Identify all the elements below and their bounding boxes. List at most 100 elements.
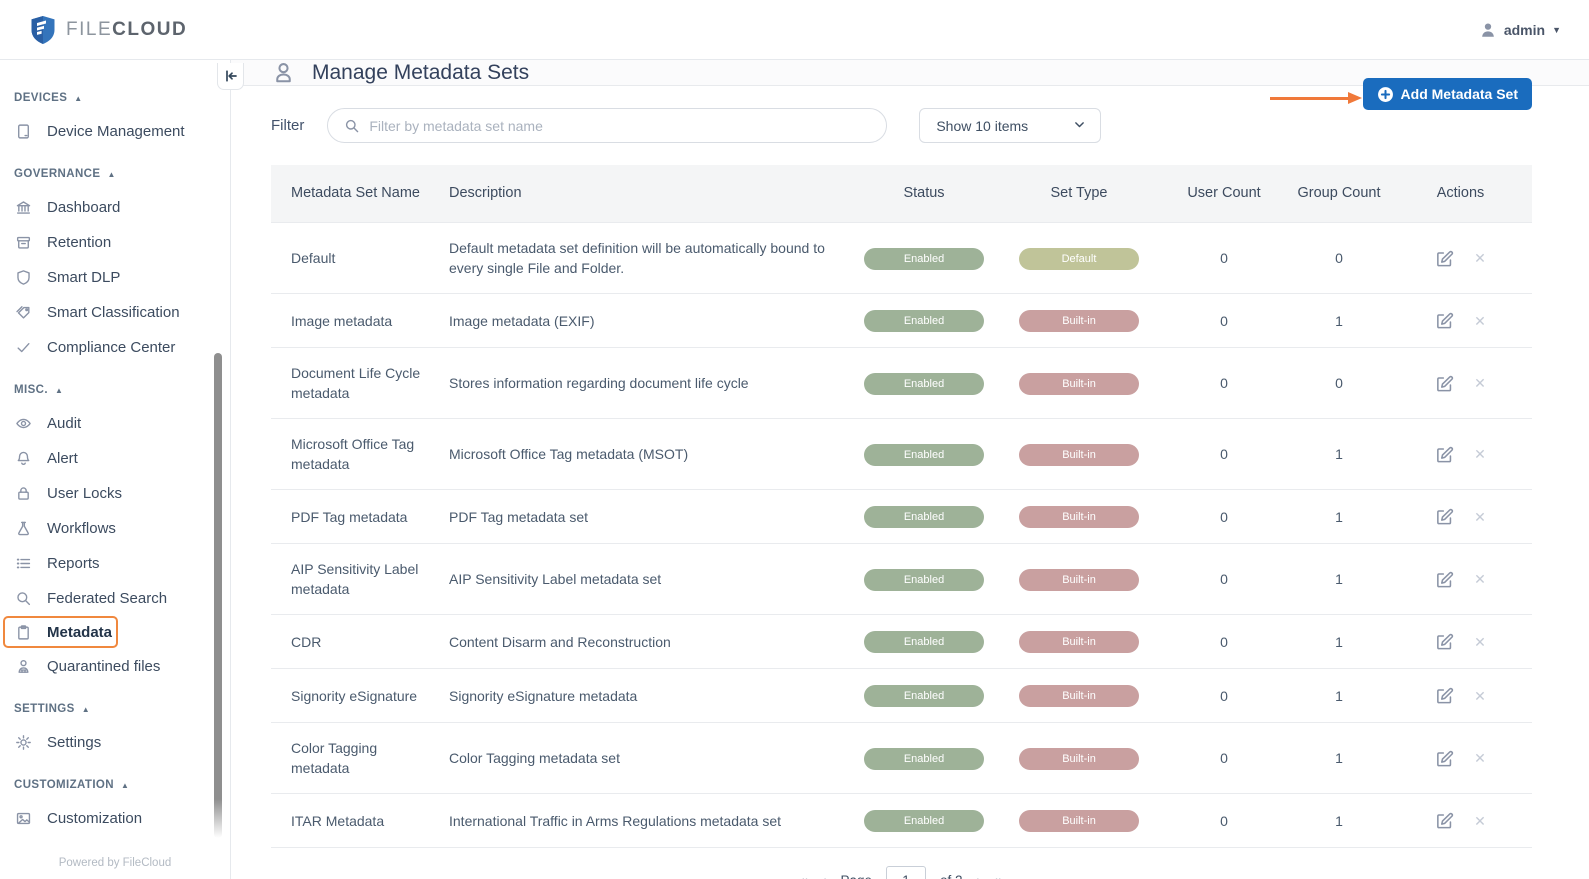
edit-icon[interactable] <box>1435 749 1454 768</box>
actions-cell: ✕ <box>1389 358 1532 408</box>
sidebar-item-workflows[interactable]: Workflows <box>0 511 230 545</box>
actions-cell: ✕ <box>1389 671 1532 721</box>
plus-circle-icon <box>1377 86 1394 103</box>
set-type-badge: Built-in <box>1019 310 1139 332</box>
set-type-badge: Built-in <box>1019 685 1139 707</box>
filecloud-shield-icon <box>30 15 56 45</box>
delete-icon[interactable]: ✕ <box>1474 811 1486 831</box>
sidebar-section-header-misc[interactable]: MISC.▲ <box>0 374 230 405</box>
search-icon <box>14 589 32 607</box>
sidebar-item-device-management[interactable]: Device Management <box>0 114 230 148</box>
show-items-select[interactable]: Show 10 items <box>919 108 1101 143</box>
metadata-set-name: Color Tagging metadata <box>271 723 449 793</box>
delete-icon[interactable]: ✕ <box>1474 569 1486 589</box>
set-type-cell: Built-in <box>999 490 1159 543</box>
sidebar-section-header-settings[interactable]: SETTINGS▲ <box>0 693 230 724</box>
edit-icon[interactable] <box>1435 311 1454 330</box>
status-cell: Enabled <box>849 794 999 847</box>
delete-icon[interactable]: ✕ <box>1474 311 1486 331</box>
delete-icon[interactable]: ✕ <box>1474 373 1486 393</box>
group-count: 1 <box>1289 796 1389 846</box>
chevron-down-icon <box>1073 118 1086 134</box>
user-count: 0 <box>1159 233 1289 283</box>
sidebar-item-metadata[interactable]: Metadata <box>3 616 118 648</box>
delete-icon[interactable]: ✕ <box>1474 686 1486 706</box>
tablet-icon <box>14 122 32 140</box>
edit-icon[interactable] <box>1435 686 1454 705</box>
filter-search-input[interactable] <box>369 118 870 134</box>
sidebar-item-user-locks[interactable]: User Locks <box>0 476 230 510</box>
user-count: 0 <box>1159 671 1289 721</box>
set-type-cell: Built-in <box>999 794 1159 847</box>
sidebar-section-header-governance[interactable]: GOVERNANCE▲ <box>0 158 230 189</box>
set-type-cell: Built-in <box>999 294 1159 347</box>
sidebar-item-label: Compliance Center <box>47 339 175 356</box>
user-count: 0 <box>1159 796 1289 846</box>
sidebar-item-audit[interactable]: Audit <box>0 406 230 440</box>
actions-cell: ✕ <box>1389 733 1532 783</box>
group-count: 1 <box>1289 733 1389 783</box>
delete-icon[interactable]: ✕ <box>1474 748 1486 768</box>
metadata-set-description: Color Tagging metadata set <box>449 733 849 783</box>
table-row: Document Life Cycle metadataStores infor… <box>271 348 1532 419</box>
user-menu[interactable]: admin ▼ <box>1479 21 1561 39</box>
edit-icon[interactable] <box>1435 570 1454 589</box>
sidebar-item-smart-classification[interactable]: Smart Classification <box>0 295 230 329</box>
pagination-next-button[interactable]: › <box>977 872 982 879</box>
pagination-page-label: Page <box>840 873 872 879</box>
status-badge: Enabled <box>864 506 984 528</box>
section-label: SETTINGS <box>14 703 75 715</box>
sidebar-item-label: Settings <box>47 734 101 751</box>
sidebar-item-compliance-center[interactable]: Compliance Center <box>0 330 230 364</box>
pagination-last-button[interactable]: » <box>995 872 1003 879</box>
add-metadata-set-button[interactable]: Add Metadata Set <box>1363 78 1532 110</box>
sidebar-collapse-button[interactable] <box>217 63 244 90</box>
sidebar-item-reports[interactable]: Reports <box>0 546 230 580</box>
metadata-set-name: Signority eSignature <box>271 671 449 721</box>
set-type-badge: Built-in <box>1019 569 1139 591</box>
edit-icon[interactable] <box>1435 249 1454 268</box>
delete-icon[interactable]: ✕ <box>1474 248 1486 268</box>
user-title-icon <box>271 60 296 85</box>
set-type-badge: Built-in <box>1019 444 1139 466</box>
sidebar-item-settings[interactable]: Settings <box>0 725 230 759</box>
set-type-badge: Built-in <box>1019 506 1139 528</box>
sidebar-item-dashboard[interactable]: Dashboard <box>0 190 230 224</box>
sidebar-section-header-devices[interactable]: DEVICES▲ <box>0 82 230 113</box>
sidebar-item-customization[interactable]: Customization <box>0 801 230 835</box>
group-count: 1 <box>1289 296 1389 346</box>
delete-icon[interactable]: ✕ <box>1474 632 1486 652</box>
group-count: 1 <box>1289 671 1389 721</box>
edit-icon[interactable] <box>1435 445 1454 464</box>
pagination-prev-button[interactable]: ‹ <box>822 872 827 879</box>
sidebar-item-smart-dlp[interactable]: Smart DLP <box>0 260 230 294</box>
edit-icon[interactable] <box>1435 374 1454 393</box>
table-row: DefaultDefault metadata set definition w… <box>271 223 1532 294</box>
pagination-first-button[interactable]: « <box>800 872 808 879</box>
sidebar-scrollbar[interactable] <box>214 353 222 838</box>
edit-icon[interactable] <box>1435 507 1454 526</box>
actions-cell: ✕ <box>1389 233 1532 283</box>
sidebar-item-label: Dashboard <box>47 199 120 216</box>
sidebar-item-label: Workflows <box>47 520 116 537</box>
table-row: Signority eSignatureSignority eSignature… <box>271 669 1532 723</box>
section-label: GOVERNANCE <box>14 168 100 180</box>
top-bar: FILECLOUD admin ▼ <box>0 0 1589 60</box>
sidebar-section-header-customization[interactable]: CUSTOMIZATION▲ <box>0 769 230 800</box>
delete-icon[interactable]: ✕ <box>1474 444 1486 464</box>
delete-icon[interactable]: ✕ <box>1474 507 1486 527</box>
sidebar-item-retention[interactable]: Retention <box>0 225 230 259</box>
status-cell: Enabled <box>849 357 999 410</box>
sidebar-item-federated-search[interactable]: Federated Search <box>0 581 230 615</box>
pagination-page-input[interactable] <box>886 866 926 879</box>
image-icon <box>14 809 32 827</box>
sidebar-item-quarantined-files[interactable]: Quarantined files <box>0 649 230 683</box>
sidebar-item-alert[interactable]: Alert <box>0 441 230 475</box>
metadata-set-description: Image metadata (EXIF) <box>449 296 849 346</box>
set-type-cell: Built-in <box>999 428 1159 481</box>
sidebar-item-label: Quarantined files <box>47 658 160 675</box>
edit-icon[interactable] <box>1435 632 1454 651</box>
status-badge: Enabled <box>864 748 984 770</box>
edit-icon[interactable] <box>1435 811 1454 830</box>
status-cell: Enabled <box>849 732 999 785</box>
